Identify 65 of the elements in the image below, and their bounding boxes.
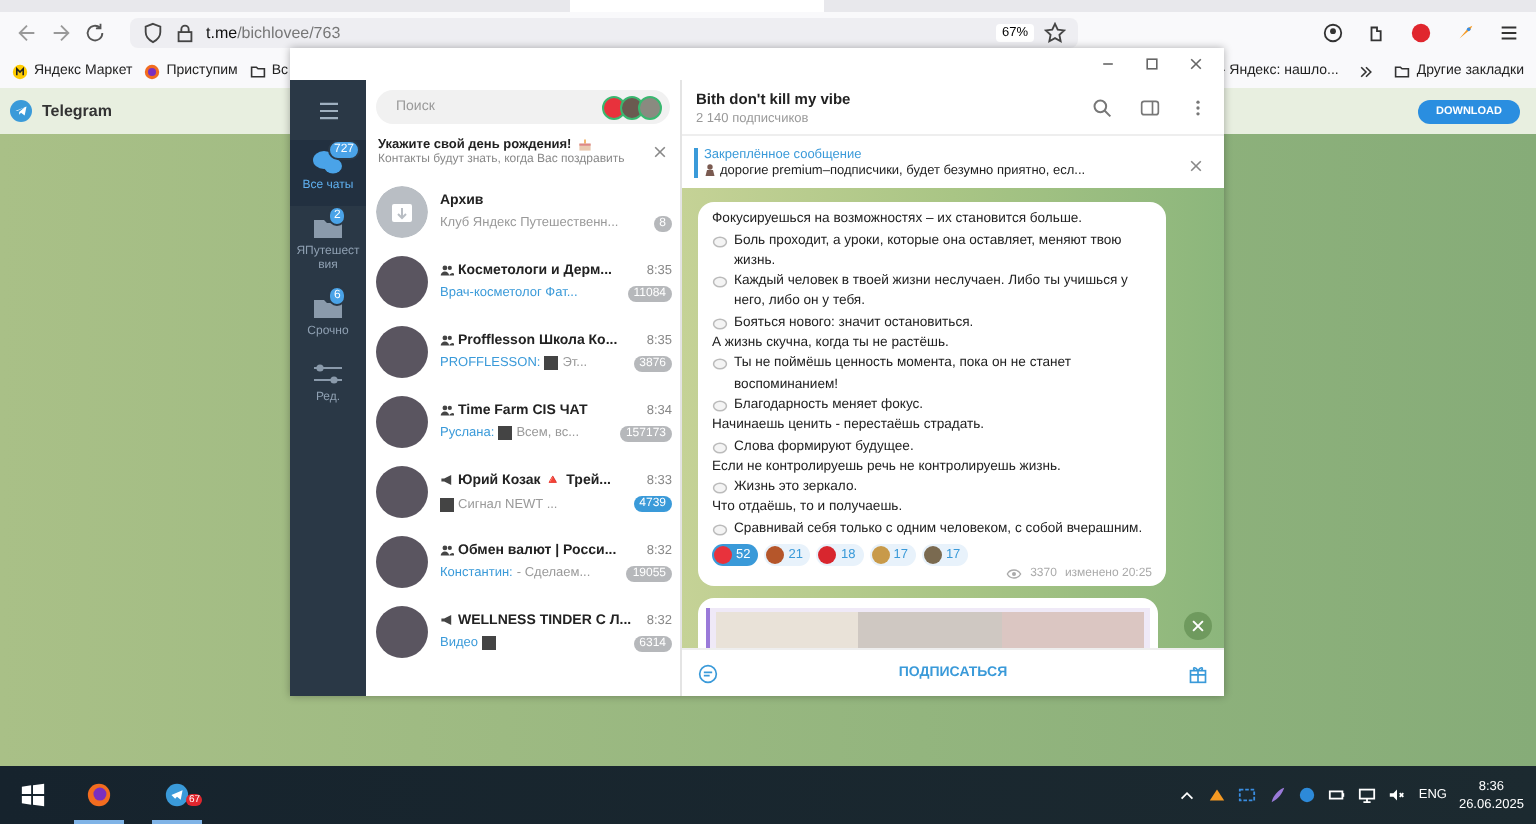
lock-icon: [174, 22, 196, 44]
folder-icon: [312, 214, 344, 242]
search-icon[interactable]: [1092, 97, 1112, 117]
forward-icon[interactable]: [50, 22, 72, 44]
speech-bubble-icon: [712, 399, 728, 412]
speech-bubble-icon: [712, 317, 728, 330]
speech-bubble-icon: [712, 523, 728, 536]
site-title[interactable]: Telegram: [42, 102, 112, 120]
photo-placeholder: [1001, 612, 1144, 648]
telegram-icon[interactable]: [164, 782, 190, 808]
group-icon: [440, 334, 454, 346]
speech-bubble-icon: [712, 482, 728, 495]
close-icon[interactable]: [1188, 56, 1204, 72]
eye-icon: [1006, 568, 1023, 580]
reload-icon[interactable]: [84, 22, 106, 44]
avatar-photo: [376, 606, 428, 658]
photo-placeholder: [716, 612, 859, 648]
url-text: t.me/bichlovee/763: [206, 24, 343, 42]
chevron-icon[interactable]: [1358, 63, 1375, 79]
star-icon[interactable]: [1044, 22, 1066, 44]
shield-icon[interactable]: [142, 22, 164, 44]
megaphone-icon: [440, 474, 454, 486]
screenshot-icon[interactable]: [1238, 786, 1257, 804]
chevron-up-icon[interactable]: [1178, 786, 1197, 804]
group-icon: [440, 264, 454, 276]
speech-bubble-icon: [712, 235, 728, 248]
speech-bubble-icon: [712, 441, 728, 454]
market-logo-icon: [12, 63, 28, 79]
avatar-photo: [376, 466, 428, 518]
feather-icon[interactable]: [1268, 786, 1287, 804]
folder-icon: [1394, 63, 1411, 79]
photo-placeholder: [858, 612, 1002, 648]
speaker-muted-icon[interactable]: [1388, 786, 1407, 804]
archive-avatar-icon: [376, 186, 428, 238]
gift-icon[interactable]: [1188, 663, 1208, 683]
folder-icon: [249, 63, 266, 79]
megaphone-icon: [440, 614, 454, 626]
back-icon[interactable]: [16, 22, 38, 44]
cake-icon: [577, 138, 592, 152]
avatar-photo: [376, 326, 428, 378]
close-icon[interactable]: [1184, 612, 1212, 640]
telegram-logo-icon[interactable]: [10, 100, 32, 122]
speech-bubble-icon: [712, 358, 728, 371]
windows-start-icon[interactable]: [20, 782, 46, 808]
menu-icon[interactable]: [317, 101, 339, 119]
group-icon: [440, 544, 454, 556]
firefox-icon: [144, 63, 161, 79]
battery-icon[interactable]: [1328, 786, 1347, 804]
sliders-icon: [312, 360, 344, 388]
pin-icon: [704, 164, 716, 176]
maximize-icon[interactable]: [1144, 56, 1160, 72]
firefox-icon[interactable]: [86, 782, 112, 808]
close-icon[interactable]: [1188, 157, 1204, 173]
avatar-photo: [376, 536, 428, 588]
tray-app-icon[interactable]: [1208, 786, 1227, 804]
close-icon[interactable]: [652, 144, 668, 160]
network-icon[interactable]: [1358, 786, 1377, 804]
profile-icon[interactable]: [1322, 22, 1344, 44]
avatar-photo: [376, 256, 428, 308]
sidebar-toggle-icon[interactable]: [1140, 97, 1160, 117]
speech-bubble-icon: [712, 276, 728, 289]
comment-icon[interactable]: [698, 663, 718, 683]
menu-icon[interactable]: [1498, 22, 1520, 44]
avatar-photo: [376, 396, 428, 448]
group-icon: [440, 404, 454, 416]
